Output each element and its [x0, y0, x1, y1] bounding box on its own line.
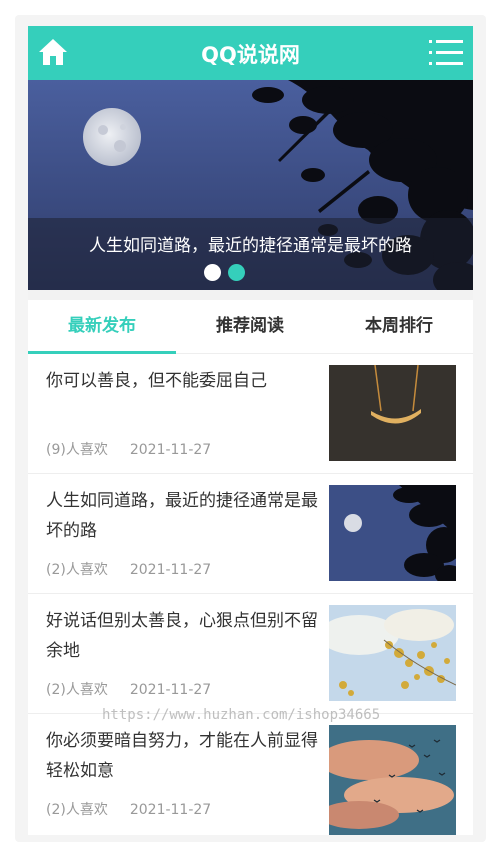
post-likes: (2)人喜欢	[46, 802, 108, 818]
tab-weekly-ranking[interactable]: 本周排行	[325, 300, 473, 354]
post-meta: (2)人喜欢 2021-11-27	[46, 559, 211, 579]
post-date: 2021-11-27	[129, 802, 212, 818]
post-title[interactable]: 人生如同道路，最近的捷径通常是最坏的路	[46, 486, 318, 546]
sunset-birds-image	[329, 725, 456, 835]
post-likes: (2)人喜欢	[46, 562, 108, 578]
site-title: QQ说说网	[201, 43, 300, 67]
list-item[interactable]: 你必须要暗自努力，才能在人前显得轻松如意 (2)人喜欢 2021-11-27	[28, 714, 473, 835]
banner-caption: 人生如同道路，最近的捷径通常是最坏的路	[89, 236, 412, 256]
moon-image	[329, 485, 456, 581]
post-date: 2021-11-27	[129, 442, 212, 458]
tab-recommended[interactable]: 推荐阅读	[176, 300, 324, 354]
list-item[interactable]: 人生如同道路，最近的捷径通常是最坏的路 (2)人喜欢 2021-11-27	[28, 474, 473, 594]
carousel-dot-1[interactable]	[204, 264, 221, 281]
category-tabs: 最新发布 推荐阅读 本周排行	[28, 300, 473, 354]
menu-icon	[429, 40, 463, 65]
post-thumbnail[interactable]	[329, 485, 456, 581]
banner-carousel[interactable]: 人生如同道路，最近的捷径通常是最坏的路	[28, 80, 473, 290]
post-title[interactable]: 你必须要暗自努力，才能在人前显得轻松如意	[46, 726, 318, 786]
post-meta: (2)人喜欢 2021-11-27	[46, 799, 211, 819]
post-date: 2021-11-27	[129, 682, 212, 698]
post-thumbnail[interactable]	[329, 365, 456, 461]
swing-image	[329, 365, 456, 461]
menu-button[interactable]	[429, 38, 463, 68]
post-title[interactable]: 好说话但别太善良，心狠点但别不留余地	[46, 606, 318, 666]
flowers-image	[329, 605, 456, 701]
post-thumbnail[interactable]	[329, 605, 456, 701]
list-item[interactable]: 你可以善良，但不能委屈自己 (9)人喜欢 2021-11-27	[28, 354, 473, 474]
top-header: QQ说说网	[28, 26, 473, 80]
carousel-dot-2-active[interactable]	[228, 264, 245, 281]
list-item[interactable]: 好说话但别太善良，心狠点但别不留余地 (2)人喜欢 2021-11-27	[28, 594, 473, 714]
post-title[interactable]: 你可以善良，但不能委屈自己	[46, 366, 318, 396]
watermark-url: https://www.huzhan.com/ishop34665	[102, 707, 381, 723]
post-thumbnail[interactable]	[329, 725, 456, 835]
section-divider	[28, 290, 473, 300]
post-meta: (2)人喜欢 2021-11-27	[46, 679, 211, 699]
post-meta: (9)人喜欢 2021-11-27	[46, 439, 211, 459]
post-likes: (2)人喜欢	[46, 682, 108, 698]
post-likes: (9)人喜欢	[46, 442, 108, 458]
tab-latest[interactable]: 最新发布	[28, 300, 176, 354]
post-date: 2021-11-27	[129, 562, 212, 578]
